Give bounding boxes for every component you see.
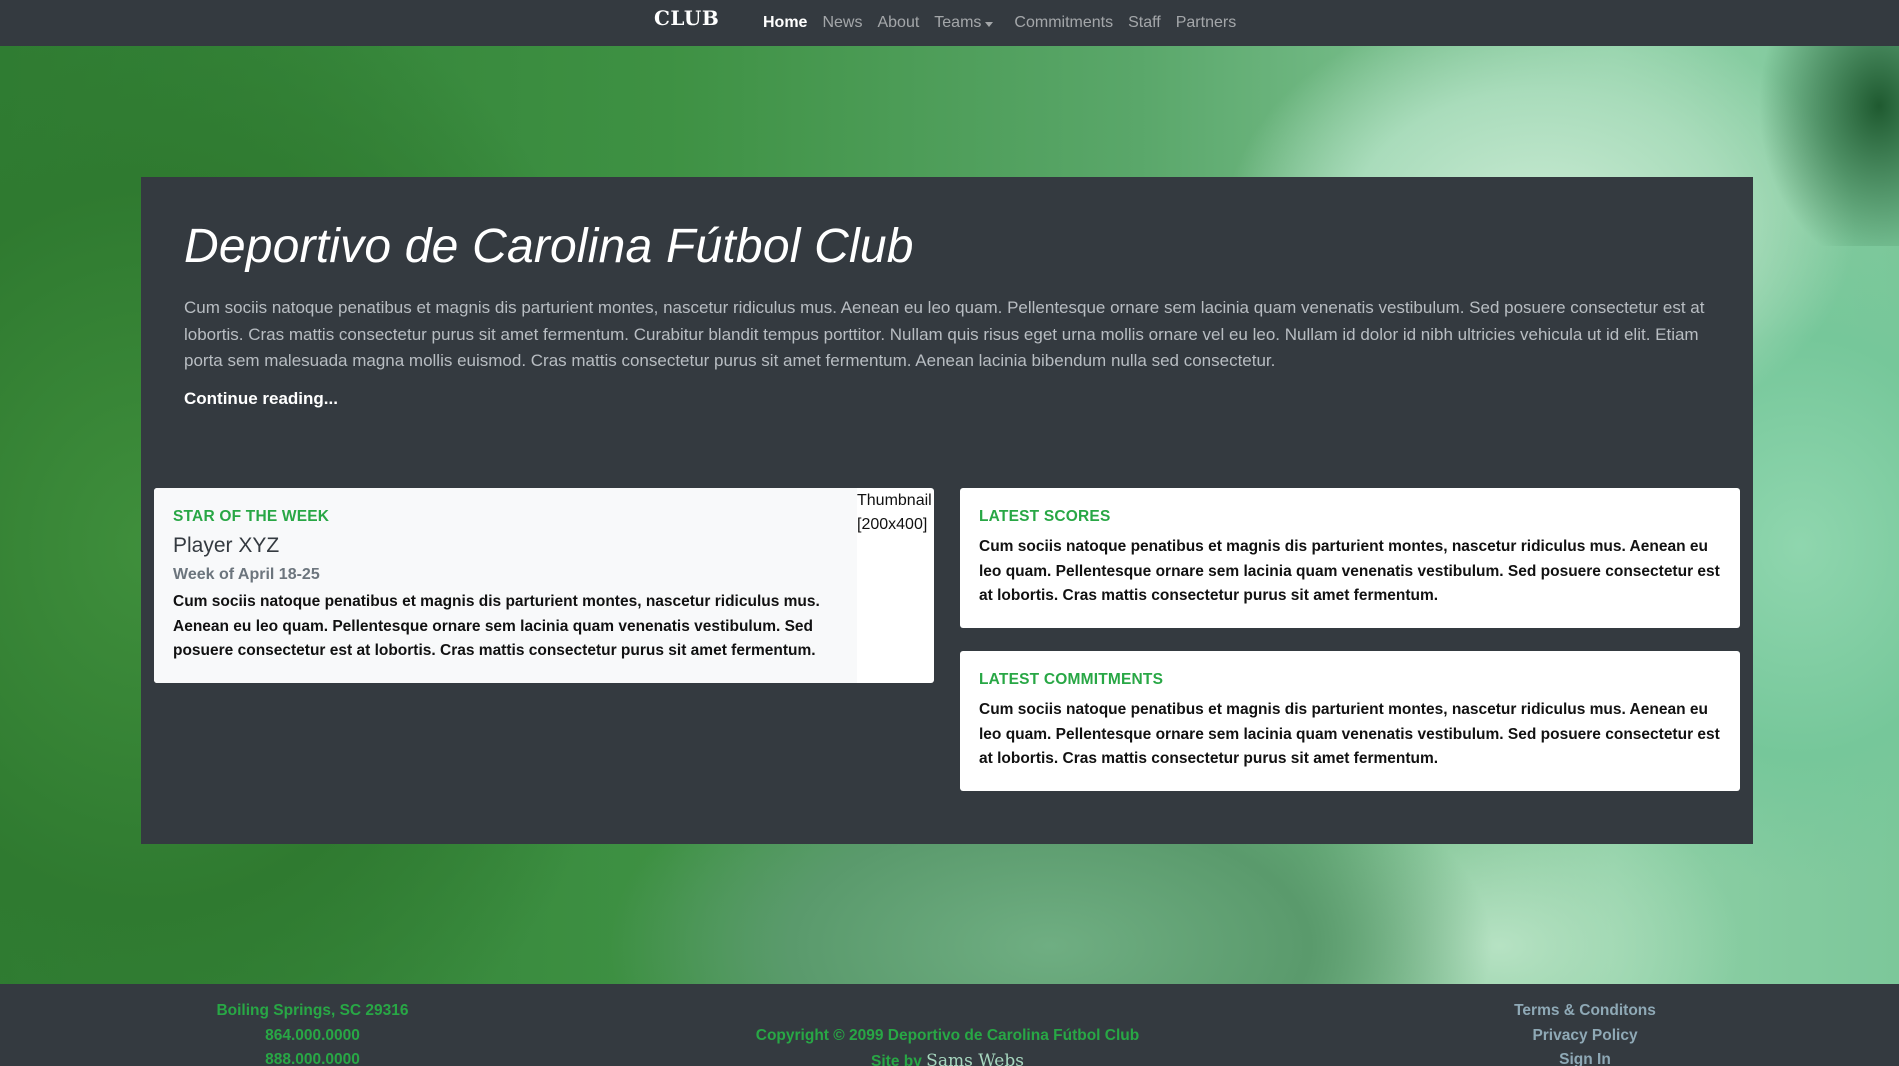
hero-text: Cum sociis natoque penatibus et magnis d…	[184, 298, 1705, 370]
scores-text: Cum sociis natoque penatibus et magnis d…	[979, 538, 1720, 604]
latest-scores-card: LATEST SCORES Cum sociis natoque penatib…	[960, 488, 1740, 628]
nav-teams-label: Teams	[934, 14, 982, 31]
footer-site-name-link[interactable]: Sams Webs	[926, 1051, 1024, 1066]
footer: Boiling Springs, SC 29316 864.000.0000 8…	[0, 984, 1899, 1066]
main-panel: Deportivo de Carolina Fútbol Club Cum so…	[141, 177, 1753, 844]
commitments-label: LATEST COMMITMENTS	[979, 671, 1164, 688]
thumbnail-line2: [200x400]	[857, 516, 928, 533]
page-title: Deportivo de Carolina Fútbol Club	[184, 220, 914, 273]
nav-home[interactable]: Home	[763, 14, 807, 32]
footer-copyright: Copyright © 2099 Deportivo de Carolina F…	[755, 1027, 1140, 1044]
nav-teams-dropdown[interactable]: Teams	[934, 14, 994, 32]
scores-label: LATEST SCORES	[979, 508, 1111, 525]
nav-staff[interactable]: Staff	[1128, 14, 1161, 32]
footer-terms-link[interactable]: Terms & Conditons	[1490, 999, 1680, 1024]
nav-commitments[interactable]: Commitments	[1014, 14, 1113, 32]
footer-site-by: Site by	[871, 1052, 922, 1066]
footer-links: Terms & Conditons Privacy Policy Sign In	[1490, 999, 1680, 1066]
background-shadow	[1759, 46, 1899, 246]
footer-credit: Site by Sams Webs	[700, 1049, 1195, 1066]
footer-contact: Boiling Springs, SC 29316 864.000.0000 8…	[200, 999, 425, 1066]
latest-commitments-card: LATEST COMMITMENTS Cum sociis natoque pe…	[960, 651, 1740, 791]
star-card-body: STAR OF THE WEEK Player XYZ Week of Apri…	[154, 488, 857, 683]
nav-news[interactable]: News	[822, 14, 862, 32]
caret-down-icon	[985, 21, 994, 27]
player-name: Player XYZ	[173, 534, 280, 557]
footer-privacy-link[interactable]: Privacy Policy	[1490, 1024, 1680, 1049]
footer-phone-2: 888.000.0000	[265, 1051, 360, 1066]
footer-signin-link[interactable]: Sign In	[1490, 1048, 1680, 1066]
footer-copyright-block: Copyright © 2099 Deportivo de Carolina F…	[700, 1024, 1195, 1066]
nav-partners[interactable]: Partners	[1176, 14, 1236, 32]
week-range: Week of April 18-25	[173, 566, 320, 583]
star-text: Cum sociis natoque penatibus et magnis d…	[173, 593, 820, 659]
commitments-text: Cum sociis natoque penatibus et magnis d…	[979, 701, 1720, 767]
star-of-week-card: STAR OF THE WEEK Player XYZ Week of Apri…	[154, 488, 934, 683]
thumbnail-line1: Thumbnail	[857, 492, 932, 509]
nav-about[interactable]: About	[877, 14, 919, 32]
star-label: STAR OF THE WEEK	[173, 508, 330, 525]
navbar: CLUB Home News About Teams Commitments S…	[0, 0, 1899, 46]
footer-phone-1: 864.000.0000	[265, 1026, 360, 1044]
thumbnail-placeholder: Thumbnail [200x400]	[857, 488, 934, 683]
nav-menu: Home News About Teams Commitments Staff …	[763, 0, 1236, 46]
brand-logo[interactable]: CLUB	[654, 6, 719, 30]
footer-address: Boiling Springs, SC 29316	[216, 1002, 409, 1019]
continue-reading-link[interactable]: Continue reading...	[184, 389, 338, 409]
